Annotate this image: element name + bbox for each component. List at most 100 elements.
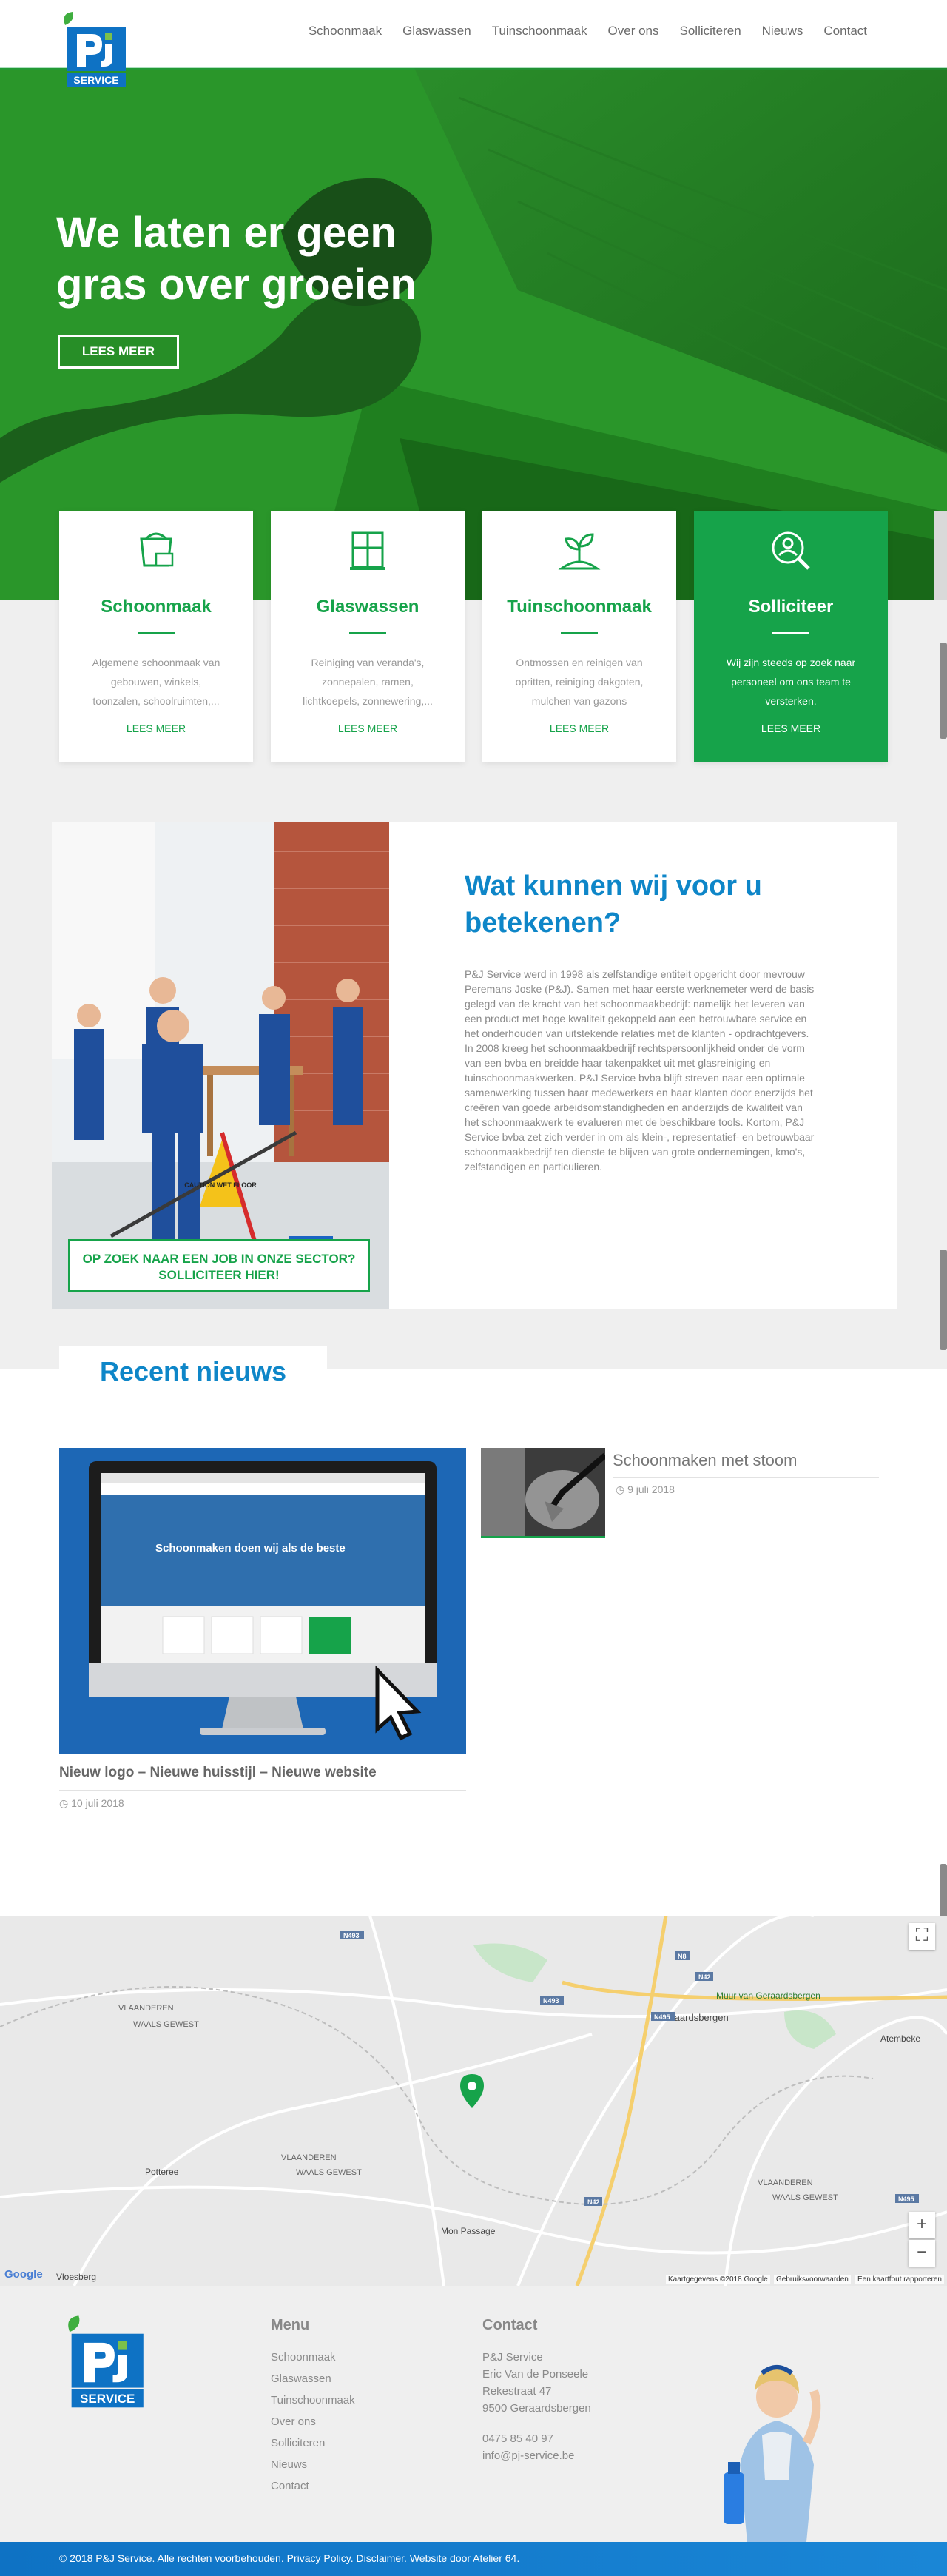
footer-contact-heading: Contact bbox=[482, 2317, 538, 2333]
service-title: Schoonmaak bbox=[101, 597, 212, 617]
screen-headline: Schoonmaken doen wij als de beste bbox=[155, 1542, 346, 1554]
footer-link-solliciteren[interactable]: Solliciteren bbox=[271, 2437, 325, 2449]
logo-wordmark: SERVICE bbox=[73, 74, 118, 86]
service-description: Algemene schoonmaak van gebouwen, winkel… bbox=[92, 657, 220, 707]
contact-street: Rekestraat 47 bbox=[482, 2385, 552, 2398]
map-terms-link[interactable]: Gebruiksvoorwaarden bbox=[774, 2275, 851, 2284]
zoom-in-button[interactable]: + bbox=[909, 2212, 935, 2238]
cleaning-team-photo: CAUTION WET FLOOR bbox=[52, 822, 389, 1309]
service-title: Tuinschoonmaak bbox=[507, 597, 652, 617]
footer-link-glaswassen[interactable]: Glaswassen bbox=[271, 2372, 331, 2385]
plant-icon bbox=[558, 533, 601, 570]
map-label: VLAANDEREN bbox=[118, 2004, 174, 2013]
hero-title: We laten er geen gras over groeien bbox=[56, 209, 417, 309]
road-label: N493 bbox=[543, 1997, 559, 2005]
footer-link-contact[interactable]: Contact bbox=[271, 2480, 309, 2492]
map-label: WAALS GEWEST bbox=[296, 2168, 362, 2177]
title-divider bbox=[561, 632, 598, 634]
service-description: Wij zijn steeds op zoek naar personeel o… bbox=[726, 657, 856, 707]
news-heading: Recent nieuws bbox=[99, 1356, 287, 1386]
road-label: N495 bbox=[654, 2013, 670, 2021]
map-label: Atembeke bbox=[880, 2033, 920, 2044]
news-side-thumbnail[interactable] bbox=[481, 1448, 605, 1538]
service-read-more-link[interactable]: LEES MEER bbox=[59, 722, 253, 734]
clock-icon: ◷ bbox=[616, 1483, 625, 1495]
footer-link-tuinschoonmaak[interactable]: Tuinschoonmaak bbox=[271, 2394, 355, 2406]
map-label: VLAANDEREN bbox=[758, 2178, 813, 2187]
bucket-icon bbox=[140, 532, 174, 567]
news-main-date-text: 10 juli 2018 bbox=[71, 1797, 124, 1809]
footer-link-over-ons[interactable]: Over ons bbox=[271, 2415, 316, 2428]
news-side-date: ◷ 9 juli 2018 bbox=[616, 1483, 675, 1496]
caution-sign-text: CAUTION WET FLOOR bbox=[184, 1181, 257, 1189]
footer-logo[interactable]: SERVICE bbox=[59, 2314, 154, 2415]
service-card-schoonmaak[interactable]: Schoonmaak Algemene schoonmaak van gebou… bbox=[59, 511, 253, 762]
nav-schoonmaak[interactable]: Schoonmaak bbox=[298, 24, 392, 38]
road-label: N495 bbox=[898, 2196, 914, 2203]
service-card-solliciteer[interactable]: Solliciteer Wij zijn steeds op zoek naar… bbox=[694, 511, 888, 762]
divider bbox=[59, 1790, 466, 1791]
fullscreen-icon[interactable]: ⛶ bbox=[909, 1923, 935, 1950]
carousel-next-peek[interactable] bbox=[934, 511, 947, 600]
contact-company: P&J Service bbox=[482, 2351, 543, 2364]
news-main-thumbnail[interactable]: Schoonmaken doen wij als de beste bbox=[59, 1448, 466, 1754]
contact-person: Eric Van de Ponseele bbox=[482, 2368, 589, 2381]
map-label: WAALS GEWEST bbox=[133, 2020, 199, 2029]
footer-logo-wordmark: SERVICE bbox=[80, 2392, 135, 2406]
clock-icon: ◷ bbox=[59, 1797, 69, 1809]
news-main-title[interactable]: Nieuw logo – Nieuwe huisstijl – Nieuwe w… bbox=[59, 1765, 466, 1781]
search-person-icon bbox=[772, 531, 810, 570]
nav-nieuws[interactable]: Nieuws bbox=[752, 24, 814, 38]
map-label: WAALS GEWEST bbox=[772, 2193, 838, 2202]
footer-link-nieuws[interactable]: Nieuws bbox=[271, 2458, 307, 2471]
hero-read-more-button[interactable]: LEES MEER bbox=[58, 335, 179, 369]
service-card-glaswassen[interactable]: Glaswassen Reiniging van veranda's, zonn… bbox=[271, 511, 465, 762]
contact-email[interactable]: info@pj-service.be bbox=[482, 2449, 574, 2462]
divider bbox=[613, 1477, 879, 1478]
google-logo: Google bbox=[4, 2268, 43, 2281]
window-icon bbox=[350, 531, 385, 570]
service-card-tuinschoonmaak[interactable]: Tuinschoonmaak Ontmossen en reinigen van… bbox=[482, 511, 676, 762]
nav-solliciteren[interactable]: Solliciteren bbox=[670, 24, 752, 38]
map-label: Potteree bbox=[145, 2167, 179, 2177]
service-read-more-link[interactable]: LEES MEER bbox=[694, 722, 888, 734]
map-label: VLAANDEREN bbox=[281, 2153, 337, 2162]
title-divider bbox=[349, 632, 386, 634]
steam-cleaner-illustration bbox=[481, 1448, 605, 1536]
service-description: Ontmossen en reinigen van opritten, rein… bbox=[515, 657, 644, 707]
nav-glaswassen[interactable]: Glaswassen bbox=[392, 24, 482, 38]
nav-contact[interactable]: Contact bbox=[813, 24, 877, 38]
copyright-text: © 2018 P&J Service. Alle rechten voorbeh… bbox=[59, 2552, 520, 2564]
cleaning-team-illustration: CAUTION WET FLOOR bbox=[52, 822, 389, 1309]
title-divider bbox=[138, 632, 175, 634]
map-report-link[interactable]: Een kaartfout rapporteren bbox=[855, 2275, 944, 2284]
news-main-date: ◷ 10 juli 2018 bbox=[59, 1797, 124, 1810]
service-description: Reiniging van veranda's, zonnepalen, ram… bbox=[303, 657, 433, 707]
service-read-more-link[interactable]: LEES MEER bbox=[482, 722, 676, 734]
nav-over-ons[interactable]: Over ons bbox=[598, 24, 670, 38]
footer-menu-heading: Menu bbox=[271, 2317, 310, 2333]
service-title: Solliciteer bbox=[748, 597, 834, 617]
news-side-date-text: 9 juli 2018 bbox=[627, 1483, 675, 1495]
location-map[interactable]: VLAANDEREN WAALS GEWEST Geraardsbergen M… bbox=[0, 1916, 947, 2286]
contact-phone[interactable]: 0475 85 40 97 bbox=[482, 2432, 553, 2445]
map-label: Vloesberg bbox=[56, 2272, 96, 2282]
apply-cta-button[interactable]: OP ZOEK NAAR EEN JOB IN ONZE SECTOR? SOL… bbox=[68, 1239, 370, 1292]
footer-link-schoonmaak[interactable]: Schoonmaak bbox=[271, 2351, 336, 2364]
cleaning-lady-illustration bbox=[724, 2365, 821, 2542]
site-logo[interactable]: SERVICE bbox=[59, 10, 132, 93]
header-accent-line bbox=[0, 67, 947, 70]
news-side-title[interactable]: Schoonmaken met stoom bbox=[613, 1451, 879, 1470]
scroll-indicator[interactable] bbox=[940, 643, 947, 739]
map-attribution: Kaartgegevens ©2018 Google bbox=[666, 2275, 770, 2284]
about-text: P&J Service werd in 1998 als zelfstandig… bbox=[465, 968, 815, 1173]
zoom-out-button[interactable]: − bbox=[909, 2240, 935, 2267]
scroll-indicator[interactable] bbox=[940, 1250, 947, 1350]
nav-tuinschoonmaak[interactable]: Tuinschoonmaak bbox=[482, 24, 598, 38]
service-read-more-link[interactable]: LEES MEER bbox=[271, 722, 465, 734]
map-label: Mon Passage bbox=[441, 2226, 496, 2236]
map-label: Muur van Geraardsbergen bbox=[716, 1990, 820, 2001]
service-title: Glaswassen bbox=[316, 597, 419, 617]
road-label: N8 bbox=[678, 1953, 687, 1960]
website-monitor-illustration: Schoonmaken doen wij als de beste bbox=[59, 1448, 466, 1754]
